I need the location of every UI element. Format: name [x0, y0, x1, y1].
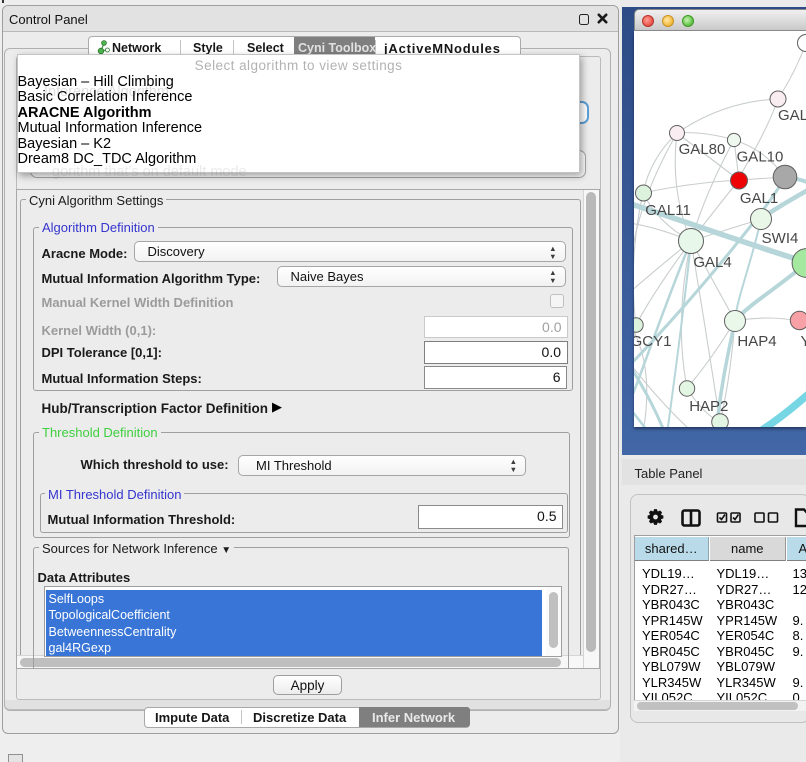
- svg-text:SWI4: SWI4: [762, 230, 799, 247]
- svg-text:GAL11: GAL11: [645, 202, 691, 219]
- svg-text:HAP4: HAP4: [737, 333, 776, 350]
- svg-text:GAL4: GAL4: [693, 254, 731, 271]
- svg-text:GAL80: GAL80: [679, 141, 726, 158]
- svg-text:GCY1: GCY1: [634, 333, 671, 350]
- svg-text:GAL1: GAL1: [740, 190, 778, 207]
- svg-text:GAL7: GAL7: [778, 107, 806, 124]
- svg-text:HAP2: HAP2: [689, 398, 728, 415]
- svg-text:GAL10: GAL10: [737, 149, 784, 166]
- svg-text:YJ: YJ: [801, 333, 806, 350]
